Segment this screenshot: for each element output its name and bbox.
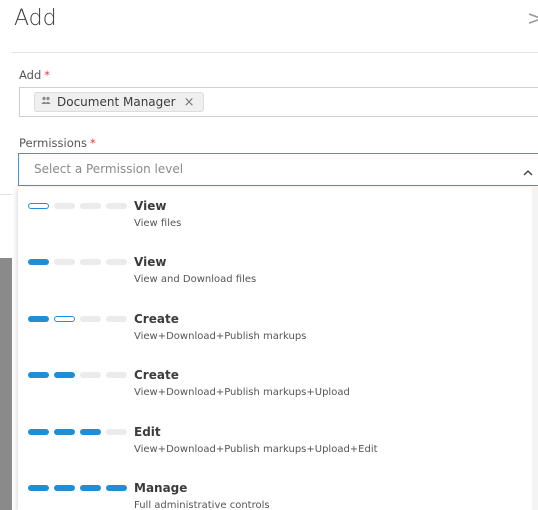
required-mark: * (44, 68, 51, 82)
permission-level-select[interactable]: Select a Permission level (18, 153, 538, 186)
group-icon (41, 96, 51, 108)
permission-option-description: View+Download+Publish markups+Upload+Edi… (134, 444, 378, 455)
permission-option-title: Edit (134, 425, 161, 439)
permission-option-description: Full administrative controls (134, 500, 270, 510)
level-bar (106, 429, 127, 435)
level-bar (80, 372, 101, 378)
permission-option[interactable]: View View and Download files (18, 243, 538, 299)
permission-option-title: View (134, 199, 167, 213)
level-bar (106, 203, 127, 209)
level-bar (54, 203, 75, 209)
permission-option-description: View files (134, 218, 182, 229)
backdrop-overlay (0, 258, 12, 510)
permission-option-description: View+Download+Publish markups+Upload (134, 387, 350, 398)
permission-option-title: Manage (134, 481, 188, 495)
permission-option[interactable]: View View files (18, 187, 538, 243)
permissions-label-text: Permissions (19, 136, 88, 150)
permission-level-indicator (28, 485, 127, 491)
level-bar (28, 485, 49, 491)
level-bar (54, 259, 75, 265)
permission-level-indicator (28, 316, 127, 322)
permission-level-indicator (28, 429, 127, 435)
level-bar (106, 259, 127, 265)
level-bar (80, 259, 101, 265)
add-permission-dialog: Add > Add * Document Manager × Permission… (0, 0, 538, 510)
level-bar (80, 203, 101, 209)
permissions-field-label: Permissions * (19, 136, 96, 150)
permission-dropdown: View View files View View and Download file… (18, 187, 538, 510)
permission-option[interactable]: Create View+Download+Publish markups (18, 300, 538, 356)
permission-option-title: Create (134, 368, 179, 382)
permission-level-indicator (28, 203, 127, 209)
level-bar (106, 316, 127, 322)
add-members-input[interactable]: Document Manager × (19, 87, 538, 117)
permission-select-placeholder: Select a Permission level (34, 162, 184, 176)
level-bar (80, 485, 101, 491)
level-bar (106, 372, 127, 378)
member-chip: Document Manager × (34, 92, 204, 112)
level-bar (28, 429, 49, 435)
member-chip-label: Document Manager (57, 95, 176, 109)
add-field-label: Add * (19, 68, 50, 82)
level-bar (106, 485, 127, 491)
required-mark: * (90, 136, 96, 150)
add-label-text: Add (19, 68, 42, 82)
permission-level-indicator (28, 372, 127, 378)
close-icon[interactable]: > (527, 8, 538, 28)
permission-option-title: Create (134, 312, 179, 326)
level-bar (28, 203, 49, 209)
level-bar (28, 372, 49, 378)
permission-option-description: View+Download+Publish markups (134, 331, 307, 342)
dialog-title: Add (14, 6, 57, 31)
chip-remove-icon[interactable]: × (184, 95, 195, 110)
permission-option[interactable]: Manage Full administrative controls (18, 469, 538, 510)
chevron-up-icon[interactable] (523, 163, 533, 176)
permission-option[interactable]: Edit View+Download+Publish markups+Upload… (18, 413, 538, 469)
level-bar (54, 372, 75, 378)
level-bar (54, 485, 75, 491)
level-bar (80, 429, 101, 435)
level-bar (54, 429, 75, 435)
permission-option[interactable]: Create View+Download+Publish markups+Uplo… (18, 356, 538, 412)
level-bar (80, 316, 101, 322)
permission-option-description: View and Download files (134, 274, 257, 285)
level-bar (54, 316, 75, 322)
level-bar (28, 316, 49, 322)
backdrop-divider (0, 194, 12, 195)
permission-level-indicator (28, 259, 127, 265)
permission-option-title: View (134, 255, 167, 269)
header-divider (12, 52, 538, 53)
level-bar (28, 259, 49, 265)
